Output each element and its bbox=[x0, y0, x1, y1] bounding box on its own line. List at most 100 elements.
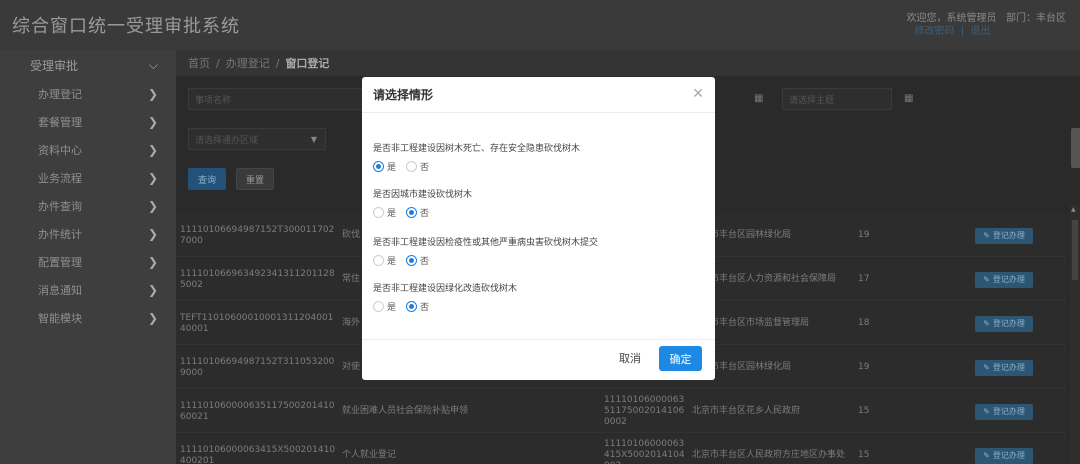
register-button[interactable]: ✎ 登记办理 bbox=[975, 271, 1033, 288]
sidebar-section-header[interactable]: 受理审批 ⌵ bbox=[0, 50, 176, 80]
row-code: 11110106694987152T3110532009000 bbox=[180, 356, 335, 378]
query-button[interactable]: 查询 bbox=[188, 168, 226, 190]
change-password-link[interactable]: 修改密码 bbox=[914, 26, 954, 37]
table-row: 11110106000063415X500201410400201 个人就业登记 1… bbox=[176, 434, 1066, 464]
chevron-right-icon: ❯ bbox=[147, 227, 158, 241]
sidebar-item[interactable]: 业务流程 ❯ bbox=[0, 164, 176, 192]
scroll-thumb[interactable] bbox=[1072, 220, 1078, 280]
logout-link[interactable]: 退出 bbox=[971, 26, 991, 37]
radio-no[interactable] bbox=[406, 301, 418, 312]
user-info: 欢迎您，系统管理员 部门：丰台区 修改密码 | 退出 bbox=[906, 12, 1066, 38]
option-no-label: 否 bbox=[420, 209, 430, 219]
sidebar-item-label: 配置管理 bbox=[38, 256, 82, 269]
option-yes-label: 是 bbox=[387, 303, 397, 313]
radio-yes[interactable] bbox=[373, 207, 384, 218]
register-button-label: 登记办理 bbox=[992, 451, 1025, 460]
reset-button[interactable]: 重置 bbox=[236, 168, 274, 190]
row-action-cell: ✎ 登记办理 bbox=[944, 346, 1064, 389]
table-scrollbar[interactable]: ▲ bbox=[1070, 204, 1080, 464]
option-yes[interactable]: 是 bbox=[373, 206, 396, 219]
option-yes-label: 是 bbox=[387, 163, 397, 173]
option-no[interactable]: 否 bbox=[406, 300, 429, 313]
pencil-icon: ✎ bbox=[983, 451, 990, 460]
row-action-cell: ✎ 登记办理 bbox=[944, 302, 1064, 345]
subject-select[interactable]: 请选择主题 bbox=[782, 88, 892, 110]
building-icon[interactable]: ▦ bbox=[754, 93, 763, 104]
sidebar-item[interactable]: 办件查询 ❯ bbox=[0, 192, 176, 220]
breadcrumb-home[interactable]: 首页 bbox=[188, 55, 210, 71]
row-count: 17 bbox=[858, 274, 870, 284]
sidebar-item-label: 套餐管理 bbox=[38, 116, 82, 129]
item-name-input[interactable]: 事项名称 bbox=[188, 88, 368, 110]
option-no[interactable]: 否 bbox=[406, 254, 429, 267]
row-name: 个人就业登记 bbox=[342, 450, 397, 460]
chevron-right-icon: ❯ bbox=[147, 171, 158, 185]
sidebar-item-label: 消息通知 bbox=[38, 284, 82, 297]
register-button[interactable]: ✎ 登记办理 bbox=[975, 403, 1033, 420]
register-button-label: 登记办理 bbox=[992, 319, 1025, 328]
department-text: 部门：丰台区 bbox=[1006, 13, 1066, 24]
row-code: TEFT1101060001000131120400140001 bbox=[180, 312, 334, 334]
register-button-label: 登记办理 bbox=[992, 363, 1025, 372]
question-options: 是否 bbox=[373, 206, 439, 219]
sidebar-item[interactable]: 办理登记 ❯ bbox=[0, 80, 176, 108]
radio-no[interactable] bbox=[406, 207, 418, 218]
confirm-button[interactable]: 确定 bbox=[659, 346, 702, 371]
radio-no[interactable] bbox=[406, 255, 418, 266]
question-options: 是否 bbox=[373, 254, 439, 267]
sidebar-item[interactable]: 智能模块 ❯ bbox=[0, 304, 176, 332]
scroll-up-icon[interactable]: ▲ bbox=[1071, 206, 1076, 213]
question-text: 是否因城市建设砍伐树木 bbox=[373, 190, 473, 200]
option-no-label: 否 bbox=[420, 303, 430, 313]
sidebar-item[interactable]: 消息通知 ❯ bbox=[0, 276, 176, 304]
row-item-code: 11110106000063415X5002014104002 bbox=[604, 439, 685, 464]
building-icon[interactable]: ▦ bbox=[904, 93, 913, 104]
radio-yes[interactable] bbox=[373, 161, 384, 172]
sidebar-item-label: 业务流程 bbox=[38, 172, 82, 185]
sidebar-item-label: 办件查询 bbox=[38, 200, 82, 213]
welcome-text: 欢迎您，系统管理员 bbox=[906, 13, 997, 24]
breadcrumb-sep: / bbox=[216, 56, 220, 70]
question-text: 是否非工程建设因绿化改造砍伐树木 bbox=[373, 284, 518, 294]
row-action-cell: ✎ 登记办理 bbox=[944, 434, 1064, 464]
register-button[interactable]: ✎ 登记办理 bbox=[975, 315, 1033, 332]
area-placeholder: 请选择通办区域 bbox=[195, 135, 259, 146]
chevron-right-icon: ❯ bbox=[147, 115, 158, 129]
area-select[interactable]: 请选择通办区域 ▼ bbox=[188, 128, 326, 150]
sidebar-item-label: 办理登记 bbox=[38, 88, 82, 101]
question-text: 是否非工程建设因检疫性或其他严重病虫害砍伐树木提交 bbox=[373, 238, 599, 248]
sidebar-item[interactable]: 套餐管理 ❯ bbox=[0, 108, 176, 136]
close-icon[interactable]: ✕ bbox=[692, 86, 704, 102]
sidebar-item[interactable]: 办件统计 ❯ bbox=[0, 220, 176, 248]
row-count: 19 bbox=[858, 230, 870, 240]
chevron-right-icon: ❯ bbox=[147, 199, 158, 213]
sidebar-item[interactable]: 配置管理 ❯ bbox=[0, 248, 176, 276]
radio-yes[interactable] bbox=[373, 301, 384, 312]
register-button[interactable]: ✎ 登记办理 bbox=[975, 227, 1033, 244]
register-button-label: 登记办理 bbox=[992, 231, 1025, 240]
option-yes[interactable]: 是 bbox=[373, 300, 396, 313]
option-yes[interactable]: 是 bbox=[373, 254, 396, 267]
row-count: 18 bbox=[858, 318, 870, 328]
side-tab-handle[interactable] bbox=[1071, 128, 1080, 168]
chevron-down-icon: ⌵ bbox=[148, 57, 158, 72]
sidebar-item-label: 办件统计 bbox=[38, 228, 82, 241]
radio-no[interactable] bbox=[406, 161, 418, 172]
register-button[interactable]: ✎ 登记办理 bbox=[975, 447, 1033, 464]
pencil-icon: ✎ bbox=[983, 319, 990, 328]
radio-yes[interactable] bbox=[373, 255, 384, 266]
sidebar-item[interactable]: 资料中心 ❯ bbox=[0, 136, 176, 164]
chevron-right-icon: ❯ bbox=[147, 255, 158, 269]
option-yes[interactable]: 是 bbox=[373, 160, 396, 173]
subject-placeholder: 请选择主题 bbox=[789, 95, 835, 106]
option-yes-label: 是 bbox=[387, 209, 397, 219]
cancel-button[interactable]: 取消 bbox=[610, 346, 650, 370]
row-code: 11110106000063511750020141060021 bbox=[180, 400, 335, 422]
row-count: 19 bbox=[858, 362, 870, 372]
register-button[interactable]: ✎ 登记办理 bbox=[975, 359, 1033, 376]
option-no[interactable]: 否 bbox=[406, 160, 429, 173]
option-no[interactable]: 否 bbox=[406, 206, 429, 219]
pencil-icon: ✎ bbox=[983, 275, 990, 284]
sidebar-item-label: 智能模块 bbox=[38, 312, 82, 325]
breadcrumb-level1[interactable]: 办理登记 bbox=[226, 55, 270, 71]
